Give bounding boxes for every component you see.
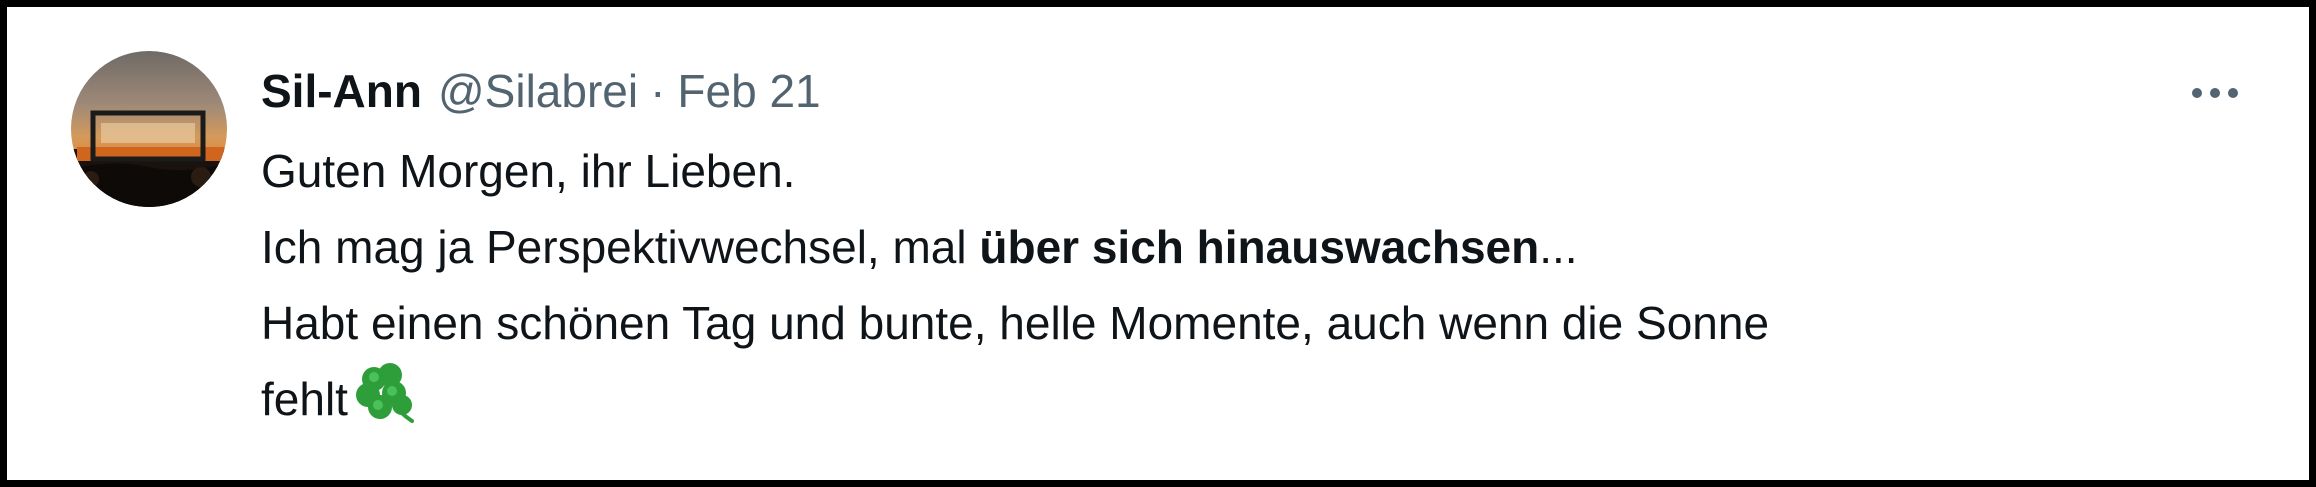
- bold-text-segment: über sich hinauswachsen: [979, 221, 1540, 273]
- more-dot: [2228, 88, 2238, 98]
- avatar[interactable]: [71, 51, 227, 207]
- more-dot: [2192, 88, 2202, 98]
- user-handle[interactable]: @Silabrei: [438, 64, 638, 118]
- more-dot: [2210, 88, 2220, 98]
- separator-dot: ·: [650, 65, 666, 117]
- text-segment: Habt einen schönen Tag und bunte, helle …: [261, 297, 1770, 349]
- more-horizontal-icon[interactable]: [2183, 63, 2247, 123]
- tweet-content: Sil-Ann @Silabrei · Feb 21 Guten Morgen,…: [261, 61, 2269, 437]
- display-name[interactable]: Sil-Ann: [261, 64, 422, 118]
- tweet-text-line: Ich mag ja Perspektivwechsel, mal über s…: [261, 209, 2251, 285]
- text-segment: ...: [1539, 221, 1578, 273]
- tweet-text-line: fehlt: [261, 361, 2251, 437]
- text-segment: Ich mag ja Perspektivwechsel, mal: [261, 221, 980, 273]
- tweet-text-line: Habt einen schönen Tag und bunte, helle …: [261, 285, 2251, 361]
- tweet-date[interactable]: Feb 21: [677, 64, 820, 118]
- tweet-text: Guten Morgen, ihr Lieben. Ich mag ja Per…: [261, 133, 2251, 437]
- tweet[interactable]: Sil-Ann @Silabrei · Feb 21 Guten Morgen,…: [71, 51, 2269, 460]
- shamrock-icon: [355, 363, 414, 423]
- avatar-image: [71, 51, 227, 207]
- screenshot-frame: Sil-Ann @Silabrei · Feb 21 Guten Morgen,…: [0, 0, 2316, 487]
- tweet-text-line: Guten Morgen, ihr Lieben.: [261, 133, 2251, 209]
- text-segment: fehlt: [261, 373, 348, 425]
- tweet-header: Sil-Ann @Silabrei · Feb 21: [261, 61, 2269, 121]
- text-segment: Guten Morgen, ihr Lieben.: [261, 145, 796, 197]
